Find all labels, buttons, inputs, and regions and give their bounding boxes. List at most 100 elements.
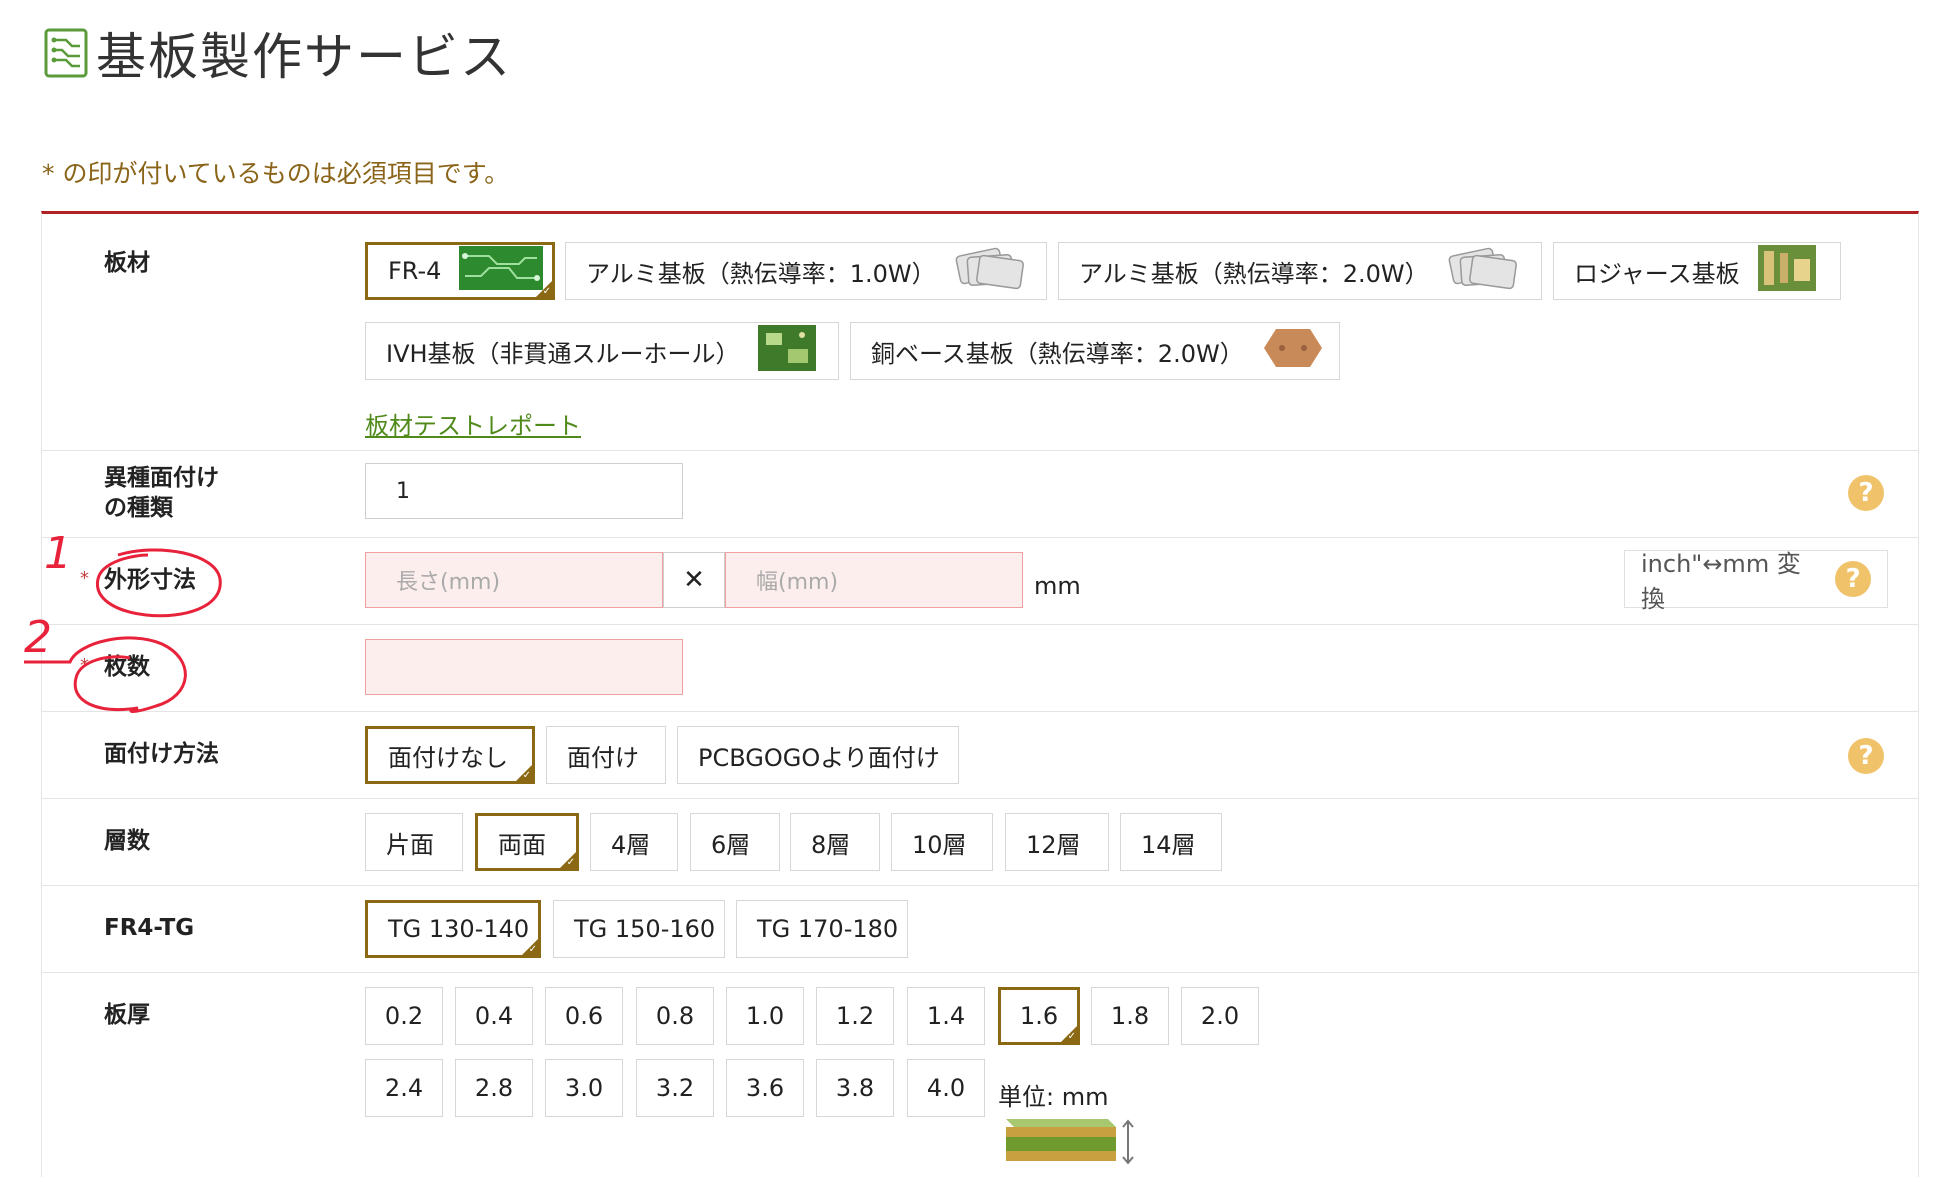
thickness-option[interactable]: 4.0	[907, 1059, 985, 1117]
option-label: 0.2	[384, 1002, 424, 1030]
annotation-circle-2	[24, 636, 187, 713]
option-label: 1.4	[926, 1002, 966, 1030]
option-label: 1.6	[1019, 1002, 1059, 1030]
option-label: 2.4	[384, 1074, 424, 1102]
option-label: TG 130-140	[388, 915, 530, 943]
row-dimensions: * 外形寸法 長さ(mm) ✕ 幅(mm) mm inch"↔mm 変換 ?	[42, 538, 1918, 625]
convert-label: inch"↔mm 変換	[1641, 550, 1801, 613]
width-input[interactable]: 幅(mm)	[725, 552, 1023, 608]
aluminum-board-icon	[954, 246, 1026, 296]
annotation-number-1: 1	[44, 528, 72, 579]
option-label: 3.8	[835, 1074, 875, 1102]
layers-option-double[interactable]: 両面 ✓	[475, 813, 579, 871]
layers-option-6[interactable]: 6層	[690, 813, 780, 871]
material-option-alu-1w[interactable]: アルミ基板（熱伝導率：1.0W）	[565, 242, 1047, 300]
page-title: 基板製作サービス	[96, 28, 512, 86]
layers-option-12[interactable]: 12層	[1005, 813, 1109, 871]
layers-label: 層数	[104, 828, 150, 854]
option-label: 面付け	[567, 743, 639, 772]
test-report-link[interactable]: 板材テストレポート	[365, 406, 581, 441]
copper-board-icon	[1262, 325, 1324, 377]
label-line: の種類	[104, 495, 173, 521]
panelize-option-none[interactable]: 面付けなし ✓	[365, 726, 535, 784]
length-input[interactable]: 長さ(mm)	[365, 552, 663, 608]
material-option-fr4[interactable]: FR-4 ✓	[365, 242, 555, 300]
inch-mm-convert-button[interactable]: inch"↔mm 変換 ?	[1624, 550, 1888, 613]
check-icon: ✓	[566, 857, 575, 868]
design-count-label: 異種面付け の種類	[104, 463, 219, 523]
option-label: 3.0	[564, 1074, 604, 1102]
thickness-option[interactable]: 3.2	[636, 1059, 714, 1117]
row-design-count: 異種面付け の種類 1 ?	[42, 451, 1918, 538]
thickness-option[interactable]: 3.0	[545, 1059, 623, 1117]
option-label: 4.0	[926, 1074, 966, 1102]
order-form: 板材 FR-4 ✓ アルミ基板（熱伝導率：1.0W） アルミ基板（熱伝導率：2.…	[41, 211, 1919, 1177]
option-label: 1.8	[1110, 1002, 1150, 1030]
tg-label: FR4-TG	[104, 915, 195, 941]
length-placeholder: 長さ(mm)	[396, 570, 501, 595]
panelize-option-pcbgogo[interactable]: PCBGOGOより面付け	[677, 726, 959, 784]
thickness-option[interactable]: 2.8	[455, 1059, 533, 1117]
option-label: 片面	[386, 830, 434, 859]
help-icon[interactable]: ?	[1835, 561, 1871, 597]
material-option-rogers[interactable]: ロジャース基板	[1553, 242, 1841, 300]
thickness-option[interactable]: 3.8	[816, 1059, 894, 1117]
option-label: 14層	[1141, 830, 1196, 859]
material-option-ivh[interactable]: IVH基板（非貫通スルーホール）	[365, 322, 839, 380]
layers-option-10[interactable]: 10層	[891, 813, 993, 871]
thickness-option[interactable]: 3.6	[726, 1059, 804, 1117]
option-label: 12層	[1026, 830, 1081, 859]
label-line: 異種面付け	[104, 465, 219, 491]
tg-option-150[interactable]: TG 150-160	[553, 900, 725, 958]
tg-option-170[interactable]: TG 170-180	[736, 900, 908, 958]
aluminum-board-icon	[1447, 246, 1519, 296]
quantity-input[interactable]	[365, 639, 683, 695]
option-label: 1.2	[835, 1002, 875, 1030]
board-thickness-icon	[1006, 1119, 1134, 1165]
option-label: TG 150-160	[574, 915, 716, 943]
option-label: 3.2	[655, 1074, 695, 1102]
option-label: IVH基板（非貫通スルーホール）	[386, 339, 740, 368]
design-count-input[interactable]: 1	[365, 463, 683, 519]
check-icon: ✓	[542, 286, 551, 297]
option-label: 0.4	[474, 1002, 514, 1030]
help-icon[interactable]: ?	[1848, 738, 1884, 774]
thickness-option-selected[interactable]: 1.6 ✓	[998, 987, 1080, 1045]
layers-option-14[interactable]: 14層	[1120, 813, 1222, 871]
thickness-option[interactable]: 1.8	[1091, 987, 1169, 1045]
layers-option-8[interactable]: 8層	[790, 813, 880, 871]
thickness-option[interactable]: 1.2	[816, 987, 894, 1045]
option-label: FR-4	[388, 257, 442, 285]
tg-option-130[interactable]: TG 130-140 ✓	[365, 900, 541, 958]
thickness-option[interactable]: 1.4	[907, 987, 985, 1045]
thickness-option[interactable]: 0.6	[545, 987, 623, 1045]
thickness-option[interactable]: 1.0	[726, 987, 804, 1045]
material-option-alu-2w[interactable]: アルミ基板（熱伝導率：2.0W）	[1058, 242, 1542, 300]
pcb-icon	[44, 28, 88, 78]
row-panelize: 面付け方法 面付けなし ✓ 面付け PCBGOGOより面付け ?	[42, 712, 1918, 799]
layers-option-4[interactable]: 4層	[590, 813, 678, 871]
width-placeholder: 幅(mm)	[756, 570, 839, 595]
option-label: 4層	[611, 830, 651, 859]
option-label: 両面	[498, 830, 546, 859]
option-label: 0.6	[564, 1002, 604, 1030]
layers-option-single[interactable]: 片面	[365, 813, 463, 871]
thickness-label: 板厚	[104, 1002, 150, 1028]
panelize-option-yes[interactable]: 面付け	[546, 726, 666, 784]
option-label: 1.0	[745, 1002, 785, 1030]
material-option-copper[interactable]: 銅ベース基板（熱伝導率：2.0W）	[850, 322, 1340, 380]
thickness-option[interactable]: 2.0	[1181, 987, 1259, 1045]
thickness-option[interactable]: 0.2	[365, 987, 443, 1045]
thickness-option[interactable]: 0.8	[636, 987, 714, 1045]
thickness-option[interactable]: 2.4	[365, 1059, 443, 1117]
row-tg: FR4-TG TG 130-140 ✓ TG 150-160 TG 170-180	[42, 886, 1918, 973]
required-note: * の印が付いているものは必須項目です。	[42, 159, 510, 188]
option-label: ロジャース基板	[1574, 259, 1740, 288]
times-icon: ✕	[663, 552, 725, 608]
help-icon[interactable]: ?	[1848, 475, 1884, 511]
row-thickness: 板厚 0.2 0.4 0.6 0.8 1.0 1.2 1.4 1.6 ✓ 1.8 …	[42, 973, 1918, 1177]
fr4-board-icon	[459, 246, 544, 296]
option-label: 面付けなし	[388, 743, 508, 772]
option-label: 3.6	[745, 1074, 785, 1102]
thickness-option[interactable]: 0.4	[455, 987, 533, 1045]
